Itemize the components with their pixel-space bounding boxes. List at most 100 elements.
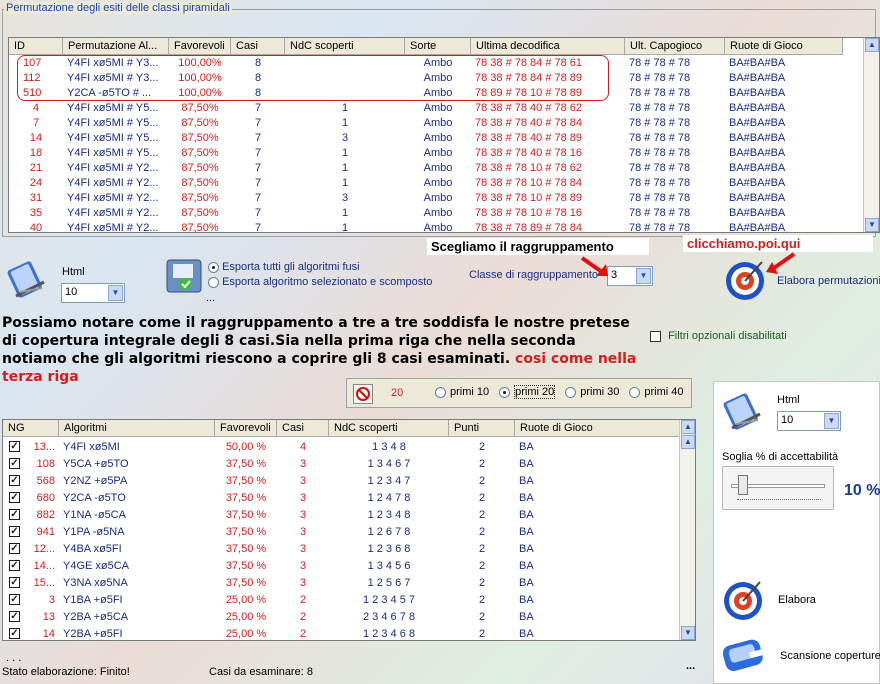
table-row[interactable]: ✓ 13 Y2BA +ø5CA 25,00 % 2 2 3 4 6 7 8 2 BA bbox=[3, 609, 679, 626]
table-row[interactable]: ✓ 568 Y2NZ +ø5PA 37,50 % 3 1 2 3 4 7 2 BA bbox=[3, 473, 679, 490]
table-cell: 78 38 # 78 10 # 78 16 bbox=[475, 207, 583, 219]
scroll-up-icon[interactable]: ▲ bbox=[681, 420, 695, 434]
table-row[interactable]: 31 Y4FI xø5MI # Y2... 87,50% 7 3 Ambo 78 38 # … bbox=[9, 191, 865, 206]
filter-option[interactable]: primi 40 bbox=[629, 386, 684, 398]
target-icon[interactable] bbox=[720, 576, 766, 622]
column-header[interactable]: Algoritmi bbox=[59, 420, 215, 437]
right-html-label: Html bbox=[777, 394, 800, 406]
table-cell: 1 bbox=[341, 147, 349, 159]
column-header[interactable]: NdC scoperti bbox=[329, 420, 449, 437]
filter-option[interactable]: primi 20 bbox=[499, 385, 556, 399]
right-html-select[interactable]: 10 ▼ bbox=[777, 411, 841, 431]
chevron-down-icon[interactable]: ▼ bbox=[824, 413, 839, 429]
column-header[interactable]: Sorte bbox=[405, 38, 471, 55]
column-header[interactable]: ID bbox=[9, 38, 63, 55]
table-row[interactable]: 4 Y4FI xø5MI # Y5... 87,50% 7 1 Ambo 78 38 # 7… bbox=[9, 101, 865, 116]
table-row[interactable]: ✓ 680 Y2CA -ø5TO 37,50 % 3 1 2 4 7 8 2 BA bbox=[3, 490, 679, 507]
column-header[interactable]: Favorevoli bbox=[215, 420, 277, 437]
column-header[interactable]: NG bbox=[3, 420, 59, 437]
radio-filter[interactable] bbox=[499, 386, 511, 398]
filters-option[interactable]: Filtri opzionali disabilitati bbox=[650, 330, 787, 342]
table-cell: BA#BA#BA bbox=[729, 207, 786, 219]
table-row[interactable]: 40 Y4FI xø5MI # Y2... 87,50% 7 1 Ambo 78 38 # … bbox=[9, 221, 865, 232]
row-checkbox[interactable]: ✓ bbox=[9, 475, 20, 486]
table-cell: 3 bbox=[299, 560, 307, 572]
scroll-up-icon[interactable]: ▲ bbox=[865, 38, 879, 52]
table-row[interactable]: ✓ 14 Y2BA +ø5FI 25,00 % 2 1 2 3 4 6 8 2 BA bbox=[3, 626, 679, 640]
column-header[interactable]: Casi bbox=[277, 420, 329, 437]
column-header[interactable]: Casi bbox=[231, 38, 285, 55]
column-header[interactable]: Ruote di Gioco bbox=[725, 38, 843, 55]
table-row[interactable]: 35 Y4FI xø5MI # Y2... 87,50% 7 1 Ambo 78 38 # … bbox=[9, 206, 865, 221]
scroll-down-icon[interactable]: ▼ bbox=[681, 626, 695, 640]
column-header[interactable]: Permutazione Al... bbox=[63, 38, 169, 55]
table-cell: 78 38 # 78 40 # 78 89 bbox=[475, 132, 583, 144]
table-row[interactable]: ✓ 15... Y3NA xø5NA 37,50 % 3 1 2 5 6 7 2 BA bbox=[3, 575, 679, 592]
table-row[interactable]: 7 Y4FI xø5MI # Y5... 87,50% 7 1 Ambo 78 38 # 7… bbox=[9, 116, 865, 131]
table-row[interactable]: ✓ 14... Y4GE xø5CA 37,50 % 3 1 3 4 5 6 2 BA bbox=[3, 558, 679, 575]
radio-export-all[interactable] bbox=[208, 261, 219, 273]
table-row[interactable]: 21 Y4FI xø5MI # Y2... 87,50% 7 1 Ambo 78 38 # … bbox=[9, 161, 865, 176]
algorithms-scrollbar[interactable]: ▲ ▲ ▼ bbox=[679, 420, 695, 640]
narrative-text: Possiamo notare come il raggruppamento a… bbox=[2, 314, 642, 386]
process-button[interactable]: Elabora bbox=[778, 594, 816, 606]
row-checkbox[interactable]: ✓ bbox=[9, 594, 20, 605]
algorithms-table[interactable]: NG Algoritmi Favorevoli Casi NdC scoperti Pun… bbox=[2, 419, 696, 641]
row-checkbox[interactable]: ✓ bbox=[9, 611, 20, 622]
export-selected-option[interactable]: Esporta algoritmo selezionato e scompost… bbox=[208, 276, 432, 288]
radio-filter[interactable] bbox=[565, 386, 577, 398]
table-cell: 2 bbox=[478, 543, 486, 555]
scan-coverage-button[interactable]: Scansione coperture bbox=[780, 650, 880, 662]
table-row[interactable]: ✓ 12... Y4BA xø5FI 37,50 % 3 1 2 3 6 8 2 BA bbox=[3, 541, 679, 558]
threshold-slider[interactable] bbox=[722, 466, 834, 510]
row-checkbox[interactable]: ✓ bbox=[9, 543, 20, 554]
html-book-icon[interactable] bbox=[722, 390, 766, 434]
row-checkbox[interactable]: ✓ bbox=[9, 526, 20, 537]
scan-device-icon[interactable] bbox=[720, 634, 768, 674]
filter-option[interactable]: primi 30 bbox=[565, 386, 619, 398]
row-checkbox[interactable]: ✓ bbox=[9, 509, 20, 520]
process-permutations-button[interactable]: Elabora permutazioni bbox=[777, 275, 880, 287]
table-row[interactable]: ✓ 13... Y4FI xø5MI 50,00 % 4 1 3 4 8 2 BA bbox=[3, 439, 679, 456]
row-checkbox[interactable]: ✓ bbox=[9, 441, 20, 452]
column-header[interactable]: NdC scoperti bbox=[285, 38, 405, 55]
permutation-scrollbar[interactable]: ▲ ▼ bbox=[863, 38, 879, 232]
table-cell: 1 2 3 4 8 bbox=[367, 509, 411, 521]
filter-option[interactable]: primi 10 bbox=[435, 386, 489, 398]
permutation-table[interactable]: ID Permutazione Al... Favorevoli Casi NdC sc… bbox=[8, 37, 880, 233]
class-select[interactable]: 3 ▼ bbox=[607, 266, 653, 286]
table-row[interactable]: ✓ 882 Y1NA -ø5CA 37,50 % 3 1 2 3 4 8 2 BA bbox=[3, 507, 679, 524]
export-all-option[interactable]: Esporta tutti gli algoritmi fusi bbox=[208, 261, 360, 273]
filters-checkbox[interactable] bbox=[650, 330, 661, 342]
panel-title: Permutazione degli esiti delle classi pi… bbox=[4, 2, 232, 14]
scroll-down-icon[interactable]: ▼ bbox=[865, 218, 879, 232]
radio-filter[interactable] bbox=[629, 386, 641, 398]
no-entry-icon[interactable] bbox=[353, 384, 373, 404]
row-checkbox[interactable]: ✓ bbox=[9, 492, 20, 503]
column-header[interactable]: Ruote di Gioco bbox=[515, 420, 681, 437]
column-header[interactable]: Favorevoli bbox=[169, 38, 231, 55]
table-row[interactable]: 24 Y4FI xø5MI # Y2... 87,50% 7 1 Ambo 78 38 # … bbox=[9, 176, 865, 191]
slider-thumb[interactable] bbox=[738, 475, 748, 495]
row-checkbox[interactable]: ✓ bbox=[9, 628, 20, 639]
column-header[interactable]: Punti bbox=[449, 420, 515, 437]
chevron-down-icon[interactable]: ▼ bbox=[636, 268, 651, 284]
scroll-up-icon[interactable]: ▲ bbox=[681, 435, 695, 449]
chevron-down-icon[interactable]: ▼ bbox=[108, 285, 123, 301]
html-book-icon[interactable] bbox=[6, 258, 50, 302]
radio-filter[interactable] bbox=[435, 386, 446, 398]
table-row[interactable]: 18 Y4FI xø5MI # Y5... 87,50% 7 1 Ambo 78 38 # … bbox=[9, 146, 865, 161]
row-checkbox[interactable]: ✓ bbox=[9, 458, 20, 469]
table-cell: 35 bbox=[29, 207, 43, 219]
column-header[interactable]: Ultima decodifica bbox=[471, 38, 625, 55]
table-row[interactable]: 14 Y4FI xø5MI # Y5... 87,50% 7 3 Ambo 78 38 # … bbox=[9, 131, 865, 146]
row-checkbox[interactable]: ✓ bbox=[9, 577, 20, 588]
table-row[interactable]: ✓ 108 Y5CA +ø5TO 37,50 % 3 1 3 4 6 7 2 BA bbox=[3, 456, 679, 473]
row-checkbox[interactable]: ✓ bbox=[9, 560, 20, 571]
radio-export-selected[interactable] bbox=[208, 276, 219, 288]
column-header[interactable]: Ult. Capogioco bbox=[625, 38, 725, 55]
table-row[interactable]: ✓ 941 Y1PA -ø5NA 37,50 % 3 1 2 6 7 8 2 BA bbox=[3, 524, 679, 541]
html-select[interactable]: 10 ▼ bbox=[61, 283, 125, 303]
export-icon[interactable] bbox=[165, 258, 203, 294]
table-row[interactable]: ✓ 3 Y1BA +ø5FI 25,00 % 2 1 2 3 4 5 7 2 BA bbox=[3, 592, 679, 609]
